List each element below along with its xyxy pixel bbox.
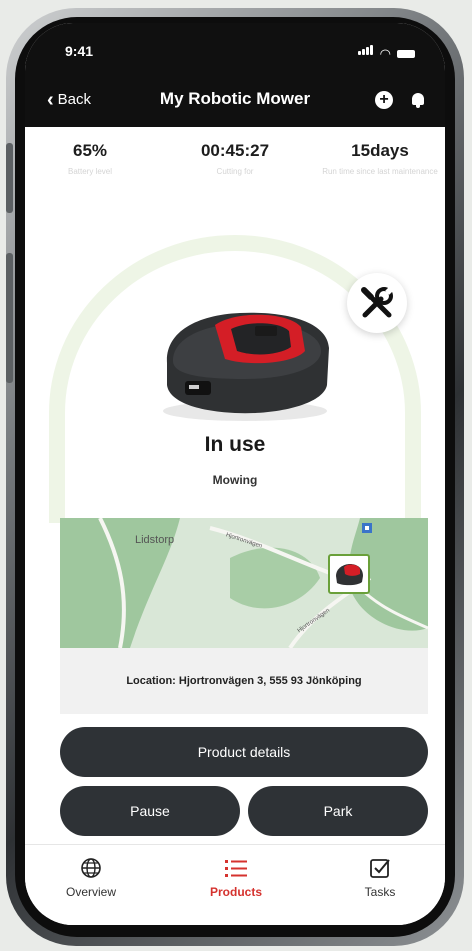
mower-image xyxy=(155,293,335,433)
mower-map-pin[interactable] xyxy=(328,554,370,594)
mower-pin-icon xyxy=(336,564,363,586)
mower-state: In use xyxy=(204,433,266,456)
product-details-button[interactable]: Product details xyxy=(60,727,428,777)
stat-label: Run time since last maintenance xyxy=(322,167,438,176)
checkbox-icon xyxy=(370,859,390,878)
app-screen: 9:41 ◠ ‹ Back My Robotic Mower + 65% Bat… xyxy=(25,23,445,925)
tab-overview[interactable]: Overview xyxy=(36,857,146,899)
tab-tasks[interactable]: Tasks xyxy=(325,857,435,899)
phone-side-button xyxy=(6,253,13,383)
stat-value: 65% xyxy=(72,141,108,160)
tab-bar: Overview Products Tasks xyxy=(25,844,445,925)
map-place-label: Lidstorp xyxy=(135,534,175,546)
stat-value: 00:45:27 xyxy=(200,141,270,160)
list-icon xyxy=(225,860,247,877)
status-time: 9:41 xyxy=(65,43,94,59)
location-map[interactable]: Lidstorp Hjortronvägen Hjortronvägen xyxy=(60,518,428,648)
stats-row: 65% Battery level 00:45:27 Cutting for 1… xyxy=(25,133,445,213)
mower-activity: Mowing xyxy=(212,473,258,487)
pause-button[interactable]: Pause xyxy=(60,786,240,836)
signal-icon xyxy=(357,42,374,60)
tab-label: Tasks xyxy=(364,885,396,899)
park-button[interactable]: Park xyxy=(248,786,428,836)
wifi-icon: ◠ xyxy=(379,46,391,61)
stat-label: Battery level xyxy=(67,167,113,176)
phone-side-button xyxy=(6,143,13,213)
tab-label: Products xyxy=(209,885,262,899)
stat-maintenance: 15days Run time since last maintenance xyxy=(315,141,445,177)
tab-products[interactable]: Products xyxy=(181,857,291,899)
nav-actions: + xyxy=(375,91,425,109)
stat-label: Cutting for xyxy=(216,167,254,176)
globe-icon xyxy=(81,858,101,878)
stat-cutting-time: 00:45:27 Cutting for xyxy=(170,141,300,177)
add-icon[interactable]: + xyxy=(375,91,393,109)
top-bar: 9:41 ◠ ‹ Back My Robotic Mower + xyxy=(25,23,445,127)
wrench-screwdriver-icon xyxy=(361,287,393,318)
tab-label: Overview xyxy=(65,885,116,899)
battery-icon xyxy=(397,50,415,58)
status-icons: ◠ xyxy=(357,42,415,61)
stat-value: 15days xyxy=(351,141,409,160)
stat-battery: 65% Battery level xyxy=(25,141,155,177)
location-text: Location: Hjortronvägen 3, 555 93 Jönköp… xyxy=(60,648,428,714)
tools-button[interactable] xyxy=(347,273,407,333)
bell-icon[interactable] xyxy=(411,92,425,108)
